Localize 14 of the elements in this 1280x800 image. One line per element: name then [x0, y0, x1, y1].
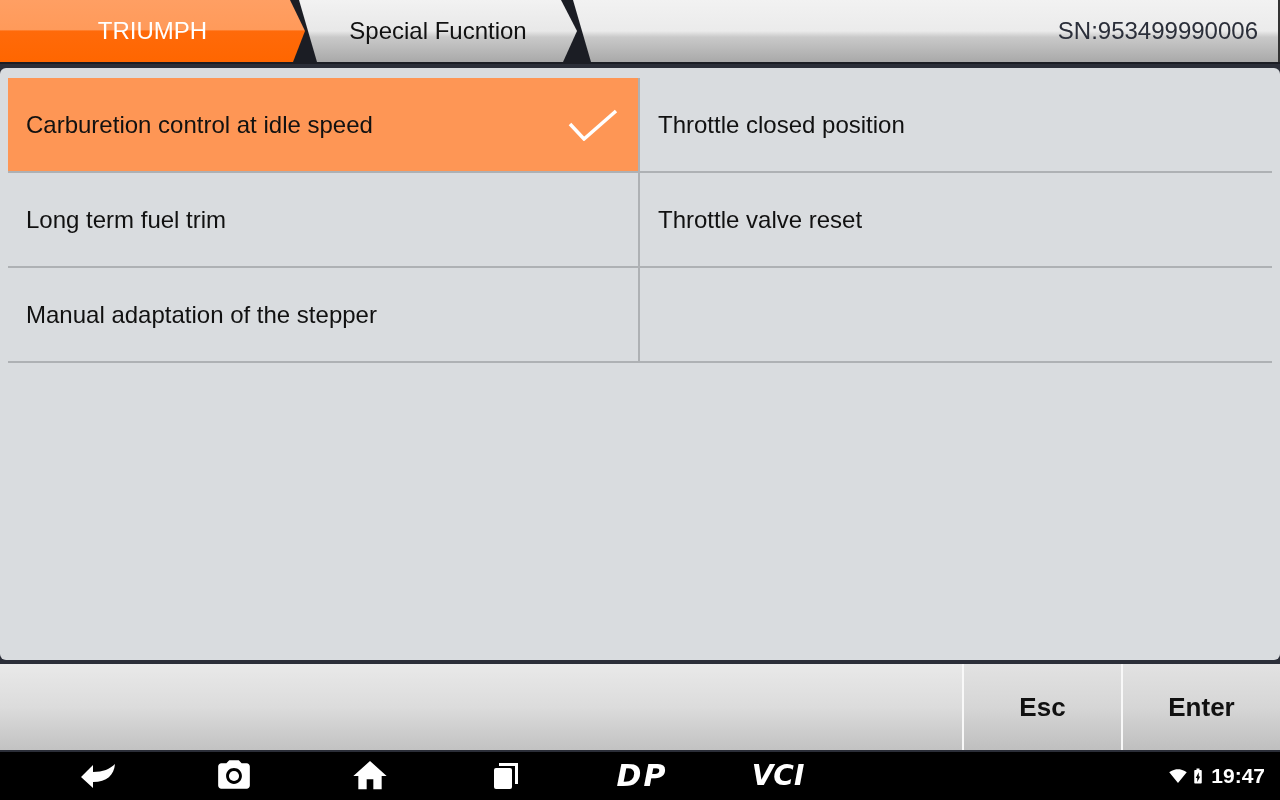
serial-number: SN:953499990006 — [1057, 16, 1258, 46]
breadcrumb-tab[interactable]: Special Fucntion — [299, 0, 577, 62]
action-button[interactable]: Enter — [1121, 664, 1280, 750]
function-list-item[interactable]: Long term fuel trim — [8, 173, 640, 268]
back-arrow-icon[interactable] — [79, 763, 117, 789]
app-logo[interactable]: DP — [616, 761, 668, 791]
recent-apps-icon[interactable] — [493, 762, 519, 790]
wifi-icon — [1169, 767, 1188, 785]
function-list-item[interactable]: Manual adaptation of the stepper — [8, 268, 640, 363]
clock-time: 19:47 — [1211, 763, 1265, 790]
vci-logo[interactable]: VCI — [751, 762, 805, 790]
checkmark-icon — [568, 108, 618, 141]
function-list-item[interactable]: Carburetion control at idle speed — [8, 78, 640, 173]
action-button[interactable]: Esc — [962, 664, 1121, 750]
